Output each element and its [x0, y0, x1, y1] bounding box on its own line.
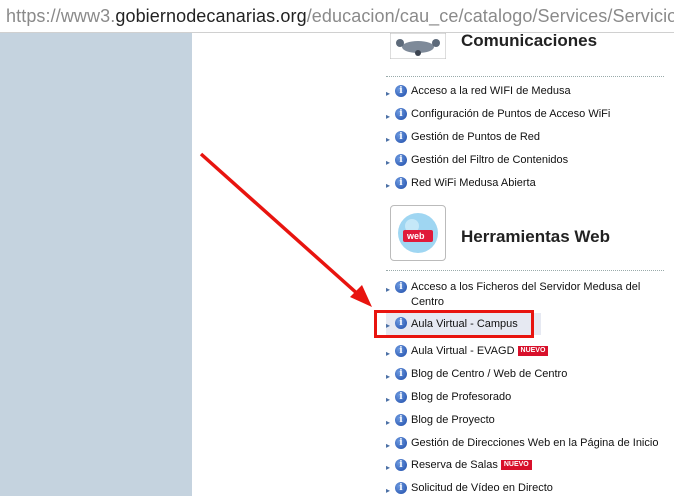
annotation-arrow-icon [199, 152, 372, 307]
address-bar[interactable]: https://www3.gobiernodecanarias.org/educ… [0, 0, 674, 33]
url-text[interactable]: https://www3.gobiernodecanarias.org/educ… [6, 6, 674, 27]
